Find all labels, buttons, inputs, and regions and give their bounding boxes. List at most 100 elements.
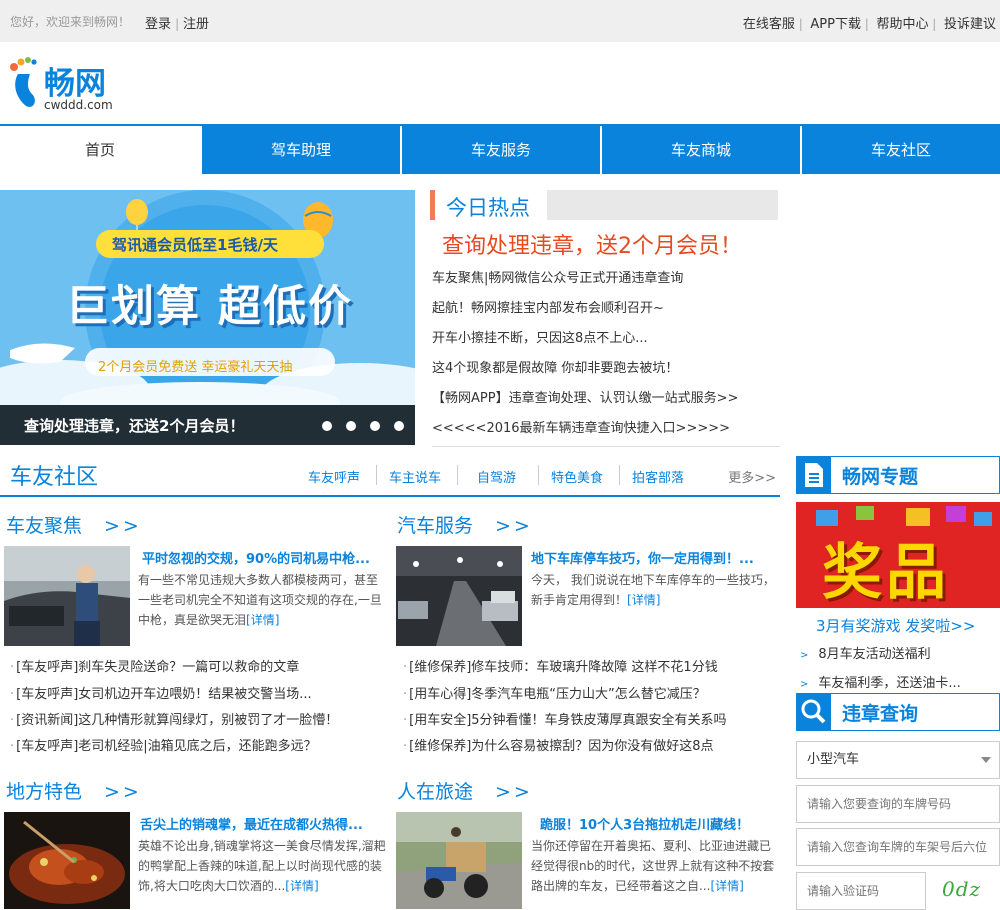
nav-car-services[interactable]: 车友服务 xyxy=(400,126,600,174)
hot-news-title: 今日热点 xyxy=(446,196,530,220)
promo-link[interactable]: 3月有奖游戏 发奖啦>> xyxy=(816,615,975,636)
hot-news-panel: 今日热点 查询处理违章，送2个月会员！ 车友聚焦|畅网微信公众号正式开通违章查询… xyxy=(430,190,780,450)
list-item-text: [维修保养]修车技师：车玻璃升降故障 这样不花1分钱 xyxy=(409,660,718,675)
banner-caption-bar: 查询处理违章，还送2个月会员！ xyxy=(0,405,415,445)
travel-thumbnail[interactable] xyxy=(396,812,522,909)
vehicle-type-select[interactable]: 小型汽车 xyxy=(796,741,1000,779)
register-link[interactable]: 注册 xyxy=(183,17,209,32)
community-tab[interactable]: 拍客部落 xyxy=(632,467,684,486)
nav-home[interactable]: 首页 xyxy=(0,126,200,174)
focus-lead-title[interactable]: 平时忽视的交规，90%的司机易中枪... xyxy=(142,548,387,567)
carousel-dot[interactable] xyxy=(370,421,380,431)
list-item-text: [资讯新闻]这几种情形就算闯绿灯，别被罚了才一脸懵！ xyxy=(16,713,339,728)
community-title: 车友社区 xyxy=(10,465,99,490)
captcha-image[interactable]: 0dz xyxy=(938,872,1000,906)
local-lead-title[interactable]: 舌尖上的销魂掌，最近在成都火热得... xyxy=(140,814,385,833)
service-thumbnail[interactable] xyxy=(396,546,522,646)
plate-number-input[interactable] xyxy=(796,785,1000,823)
service-list-item[interactable]: · [维修保养]为什么容易被擦刮？因为你没有做好这8点 xyxy=(403,735,773,754)
service-lead-title[interactable]: 地下车库停车技巧，你一定用得到！... xyxy=(531,548,776,567)
hot-news-item[interactable]: 【畅网APP】违章查询处理、认罚认缴一站式服务>> xyxy=(432,387,738,406)
special-topics-title: 畅网专题 xyxy=(842,466,919,488)
focus-list-item[interactable]: · [车友呼声]女司机边开车边喂奶！结果被交警当场... xyxy=(10,683,380,702)
section-title-focus[interactable]: 车友聚焦 >> xyxy=(6,511,142,538)
focus-thumbnail[interactable] xyxy=(4,546,130,646)
welcome-text: 您好，欢迎来到畅网！ xyxy=(10,15,131,29)
bullet: · xyxy=(403,687,408,702)
local-lead-desc: 英雄不论出身,销魂掌将这一美食尽情发挥,溜耙的鸭掌配上香辣的味道,配上以时尚现代… xyxy=(138,836,388,896)
top-links: 在线客服 | APP下载 | 帮助中心 | 投诉建议 xyxy=(743,13,996,32)
bullet: · xyxy=(10,713,15,728)
service-list-item[interactable]: · [维修保养]修车技师：车玻璃升降故障 这样不花1分钱 xyxy=(403,656,773,675)
promo-item[interactable]: >8月车友活动送福利 xyxy=(800,643,931,662)
auth-links: 登录 | 注册 xyxy=(145,13,209,32)
hot-news-item[interactable]: 开车小擦挂不断，只因这8点不上心... xyxy=(432,327,648,346)
hot-news-item[interactable]: 这4个现象都是假故障 你却非要跑去被坑！ xyxy=(432,357,678,376)
arrow-right-icon: > xyxy=(800,679,809,690)
list-item-text: [车友呼声]老司机经验|油箱见底之后，还能跑多远？ xyxy=(16,739,317,754)
tractor-image xyxy=(396,812,522,909)
focus-list-item[interactable]: · [车友呼声]刹车失灵险送命？一篇可以救命的文章 xyxy=(10,656,380,675)
section-title-text: 人在旅途 xyxy=(397,781,474,803)
promo-item[interactable]: > 车友福利季，还送油卡... xyxy=(800,672,961,691)
divider: | xyxy=(860,17,877,31)
detail-link[interactable]: [详情] xyxy=(627,593,660,607)
hot-news-headline[interactable]: 查询处理违章，送2个月会员！ xyxy=(442,228,742,260)
special-topics-header: 畅网专题 xyxy=(796,456,1000,494)
community-header: 车友社区 车友呼声 车主说车 自驾游 特色美食 拍客部落 更多>> xyxy=(0,455,780,497)
community-tab[interactable]: 车主说车 xyxy=(389,467,441,486)
list-item-text: [维修保养]为什么容易被擦刮？因为你没有做好这8点 xyxy=(409,739,714,754)
promo-item-text: 8月车友活动送福利 xyxy=(818,647,931,662)
site-logo[interactable]: 畅网 cwddd.com xyxy=(8,54,118,114)
section-title-text: 地方特色 xyxy=(6,781,83,803)
divider xyxy=(376,465,377,485)
violation-query-header: 违章查询 xyxy=(796,693,1000,731)
online-service-link[interactable]: 在线客服 xyxy=(743,17,795,32)
community-tab[interactable]: 自驾游 xyxy=(477,467,516,486)
list-item-text: [用车心得]冬季汽车电瓶“压力山大”怎么替它减压？ xyxy=(409,687,706,702)
detail-link[interactable]: [详情] xyxy=(285,879,318,893)
carousel-dot[interactable] xyxy=(346,421,356,431)
arrow-right-icon: > xyxy=(800,650,809,661)
prize-banner[interactable]: 奖品 xyxy=(796,502,1000,608)
community-tab[interactable]: 特色美食 xyxy=(551,467,603,486)
hot-news-item[interactable]: <<<<<2016最新车辆违章查询快捷入口>>>>> xyxy=(432,417,730,436)
login-link[interactable]: 登录 xyxy=(145,17,171,32)
captcha-input[interactable] xyxy=(796,872,926,910)
violation-query-title: 违章查询 xyxy=(842,703,919,725)
section-title-travel[interactable]: 人在旅途 >> xyxy=(397,777,533,804)
travel-lead-title[interactable]: 跪服！10个人3台拖拉机走川藏线！ xyxy=(540,814,785,833)
prize-text: 奖品 xyxy=(822,538,950,608)
promo-item-text: 车友福利季，还送油卡... xyxy=(818,676,961,691)
help-center-link[interactable]: 帮助中心 xyxy=(876,17,928,32)
complaint-link[interactable]: 投诉建议 xyxy=(944,17,996,32)
service-list-item[interactable]: · [用车心得]冬季汽车电瓶“压力山大”怎么替它减压？ xyxy=(403,683,773,702)
bullet: · xyxy=(403,713,408,728)
divider xyxy=(619,465,620,485)
vin-input[interactable] xyxy=(796,828,1000,866)
search-icon xyxy=(796,694,831,730)
parking-garage-image xyxy=(396,546,522,646)
hot-news-item[interactable]: 起航！畅网擦挂宝内部发布会顺利召开~ xyxy=(432,297,664,316)
detail-link[interactable]: [详情] xyxy=(246,613,279,627)
promo-banner[interactable]: 驾讯通会员低至1毛钱/天 巨划算 超低价 2个月会员免费送 幸运豪礼天天抽 查询… xyxy=(0,190,415,445)
service-list-item[interactable]: · [用车安全]5分钟看懂！车身铁皮薄厚真跟安全有关系吗 xyxy=(403,709,773,728)
nav-driving-assistant[interactable]: 驾车助理 xyxy=(200,126,400,174)
section-title-text: 车友聚焦 xyxy=(6,515,83,537)
bullet: · xyxy=(10,660,15,675)
carousel-dot[interactable] xyxy=(394,421,404,431)
section-title-text: 汽车服务 xyxy=(397,515,474,537)
focus-list-item[interactable]: · [资讯新闻]这几种情形就算闯绿灯，别被罚了才一脸懵！ xyxy=(10,709,380,728)
hot-news-item[interactable]: 车友聚焦|畅网微信公众号正式开通违章查询 xyxy=(432,267,683,286)
nav-community[interactable]: 车友社区 xyxy=(800,126,1000,174)
carousel-dot[interactable] xyxy=(322,421,332,431)
section-title-service[interactable]: 汽车服务 >> xyxy=(397,511,533,538)
section-title-local[interactable]: 地方特色 >> xyxy=(6,777,142,804)
more-link[interactable]: 更多>> xyxy=(728,467,776,486)
community-tab[interactable]: 车友呼声 xyxy=(308,467,360,486)
focus-list-item[interactable]: · [车友呼声]老司机经验|油箱见底之后，还能跑多远？ xyxy=(10,735,380,754)
nav-mall[interactable]: 车友商城 xyxy=(600,126,800,174)
detail-link[interactable]: [详情] xyxy=(710,879,743,893)
local-thumbnail[interactable] xyxy=(4,812,130,909)
app-download-link[interactable]: APP下载 xyxy=(810,17,861,32)
